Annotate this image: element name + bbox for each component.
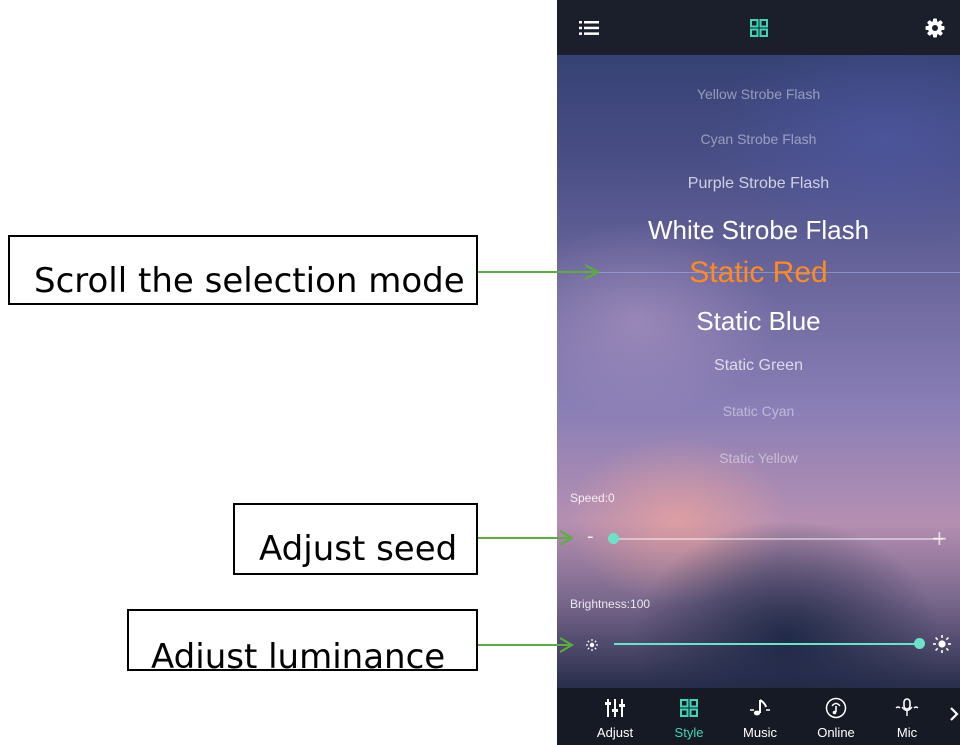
nav-label: Music <box>743 725 777 740</box>
grid-icon <box>658 696 720 720</box>
nav-label: Mic <box>896 725 918 740</box>
app-screen: Yellow Strobe Flash Cyan Strobe Flash Pu… <box>557 0 960 745</box>
microphone-icon <box>876 696 938 720</box>
mode-option[interactable]: Yellow Strobe Flash <box>557 86 960 102</box>
chevron-right-icon[interactable] <box>949 706 959 726</box>
speed-slider-track[interactable] <box>613 538 943 540</box>
annotation-brightness: Adiust luminance <box>127 609 478 671</box>
gear-icon[interactable] <box>917 0 953 55</box>
online-music-icon <box>805 696 867 720</box>
sun-small-icon[interactable] <box>585 637 599 656</box>
annotation-scroll-mode: Scroll the selection mode <box>8 235 478 305</box>
equalizer-icon <box>584 696 646 720</box>
music-note-icon <box>729 696 791 720</box>
brightness-slider-thumb[interactable] <box>914 638 925 649</box>
nav-label: Style <box>674 725 704 740</box>
speed-label: Speed:0 <box>570 491 615 505</box>
speed-increase-button[interactable]: + <box>931 526 948 550</box>
annotation-text: Adjust seed <box>259 529 458 569</box>
annotation-speed: Adjust seed <box>233 503 478 575</box>
mode-option-selected[interactable]: Static Red <box>557 256 960 290</box>
nav-online[interactable]: Online <box>805 688 867 745</box>
bottom-nav: Adjust Style Music Online Mic <box>557 688 960 745</box>
speed-decrease-button[interactable]: - <box>587 526 594 547</box>
mode-option[interactable]: White Strobe Flash <box>557 215 960 246</box>
mode-option[interactable]: Static Yellow <box>557 450 960 466</box>
brightness-label: Brightness:100 <box>570 597 651 611</box>
nav-label: Adjust <box>596 725 634 740</box>
nav-adjust[interactable]: Adjust <box>584 688 646 745</box>
nav-music[interactable]: Music <box>729 688 791 745</box>
grid-icon[interactable] <box>741 0 777 55</box>
nav-label: Online <box>817 725 855 740</box>
sun-large-icon[interactable] <box>932 634 952 658</box>
annotation-text: Scroll the selection mode <box>34 261 465 301</box>
mode-option[interactable]: Static Blue <box>557 306 960 337</box>
annotation-text: Adiust luminance <box>151 637 446 671</box>
mode-option[interactable]: Static Cyan <box>557 403 960 419</box>
list-icon[interactable] <box>571 0 607 55</box>
mode-option[interactable]: Static Green <box>557 357 960 375</box>
speed-slider-thumb[interactable] <box>608 533 619 544</box>
brightness-slider-track[interactable] <box>614 643 919 645</box>
mode-option[interactable]: Cyan Strobe Flash <box>557 131 960 147</box>
nav-style[interactable]: Style <box>658 688 720 745</box>
top-bar <box>557 0 960 55</box>
mode-option[interactable]: Purple Strobe Flash <box>557 175 960 193</box>
nav-mic[interactable]: Mic <box>876 688 938 745</box>
